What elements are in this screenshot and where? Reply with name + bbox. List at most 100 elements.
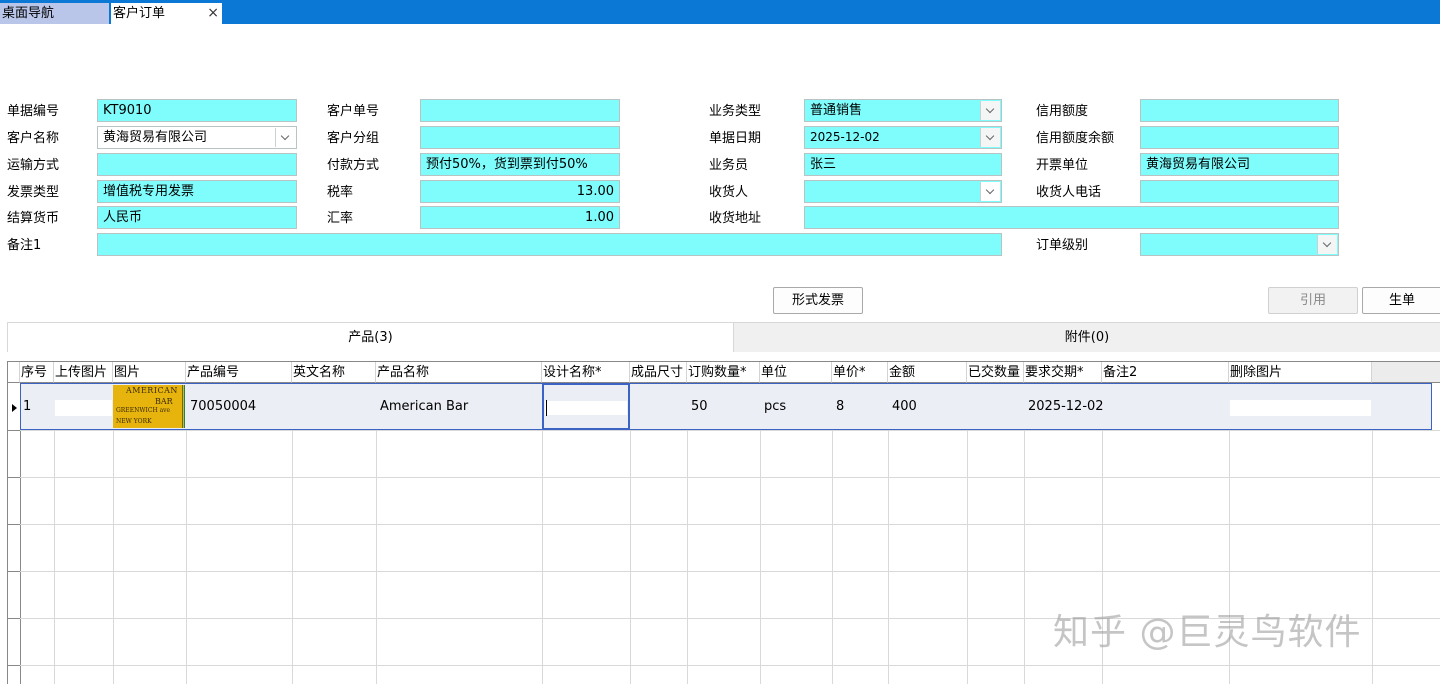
tab-attachments[interactable]: 附件(0): [734, 322, 1440, 352]
shipping-method-label: 运输方式: [7, 158, 60, 173]
delete-image-cell[interactable]: [1230, 400, 1371, 416]
chevron-down-icon[interactable]: [980, 128, 1000, 147]
text-caret: [546, 400, 547, 416]
invoice-type-label: 发票类型: [7, 185, 60, 200]
customer-name-value: 黄海贸易有限公司: [103, 130, 208, 145]
column-header[interactable]: 要求交期*: [1024, 362, 1102, 383]
customer-group-field[interactable]: [420, 126, 620, 149]
watermark: 知乎 @巨灵鸟软件: [1053, 612, 1362, 653]
tab-label: 客户订单: [113, 6, 166, 21]
column-header[interactable]: 单位: [760, 362, 832, 383]
exchange-rate-label: 汇率: [327, 211, 354, 226]
quote-button[interactable]: 引用: [1268, 287, 1358, 314]
image-text: NEW YORK: [116, 418, 152, 425]
column-header[interactable]: 单价*: [832, 362, 888, 383]
chevron-down-icon[interactable]: [1317, 235, 1337, 254]
tab-customer-order[interactable]: 客户订单 ×: [111, 3, 222, 24]
customer-name-label: 客户名称: [7, 131, 60, 146]
seq-cell[interactable]: 1: [20, 383, 54, 430]
business-type-select[interactable]: 普通销售: [804, 99, 1002, 122]
shipping-method-field[interactable]: [97, 153, 297, 176]
currency-label: 结算货币: [7, 211, 60, 226]
delivery-address-label: 收货地址: [709, 211, 762, 226]
chevron-down-icon[interactable]: [980, 101, 1000, 120]
doc-no-field[interactable]: KT9010: [97, 99, 297, 122]
invoice-unit-field[interactable]: 黄海贸易有限公司: [1140, 153, 1339, 176]
column-header[interactable]: 设计名称*: [542, 362, 630, 383]
consignee-select[interactable]: [804, 180, 1002, 203]
chevron-down-icon[interactable]: [275, 128, 295, 147]
tax-rate-label: 税率: [327, 185, 354, 200]
unit-cell[interactable]: pcs: [761, 383, 832, 430]
customer-order-no-field[interactable]: [420, 99, 620, 122]
salesperson-label: 业务员: [709, 158, 749, 173]
column-header[interactable]: 上传图片: [54, 362, 113, 383]
column-header[interactable]: 成品尺寸: [630, 362, 687, 383]
column-header[interactable]: 产品编号: [186, 362, 292, 383]
tab-label: 桌面导航: [2, 6, 55, 21]
quantity-cell[interactable]: 50: [688, 383, 760, 430]
design-name-input[interactable]: [542, 383, 630, 430]
generate-order-button[interactable]: 生单: [1362, 287, 1440, 314]
unit-price-cell[interactable]: 8: [833, 383, 888, 430]
product-image-thumbnail[interactable]: AMERICAN BAR GREENWICH ave NEW YORK: [113, 385, 185, 428]
customer-name-select[interactable]: 黄海贸易有限公司: [97, 126, 297, 149]
product-name-cell[interactable]: American Bar: [377, 383, 542, 430]
exchange-rate-field[interactable]: 1.00: [420, 206, 620, 229]
column-header[interactable]: 英文名称: [292, 362, 376, 383]
column-header[interactable]: 序号: [20, 362, 54, 383]
business-type-value: 普通销售: [810, 103, 863, 118]
order-level-label: 订单级别: [1036, 238, 1089, 253]
finished-size-cell[interactable]: [631, 383, 687, 430]
remark1-field[interactable]: [97, 233, 1002, 256]
tax-rate-field[interactable]: 13.00: [420, 180, 620, 203]
credit-limit-label: 信用额度: [1036, 104, 1089, 119]
consignee-phone-label: 收货人电话: [1036, 185, 1102, 200]
invoice-unit-label: 开票单位: [1036, 158, 1089, 173]
order-level-select[interactable]: [1140, 233, 1339, 256]
credit-balance-label: 信用额度余额: [1036, 131, 1115, 146]
column-header[interactable]: 产品名称: [376, 362, 542, 383]
consignee-phone-field[interactable]: [1140, 180, 1339, 203]
tab-products[interactable]: 产品(3): [7, 322, 734, 352]
close-icon[interactable]: ×: [207, 3, 219, 24]
tab-desktop-navigation[interactable]: 桌面导航: [0, 3, 109, 24]
image-text: AMERICAN: [126, 386, 178, 395]
delivery-address-field[interactable]: [804, 206, 1339, 229]
credit-balance-field[interactable]: [1140, 126, 1339, 149]
doc-date-value: 2025-12-02: [810, 130, 880, 144]
customer-group-label: 客户分组: [327, 131, 380, 146]
business-type-label: 业务类型: [709, 104, 762, 119]
column-header[interactable]: 删除图片: [1229, 362, 1372, 383]
column-header[interactable]: 备注2: [1102, 362, 1229, 383]
payment-method-label: 付款方式: [327, 158, 380, 173]
salesperson-field[interactable]: 张三: [804, 153, 1002, 176]
required-date-cell[interactable]: 2025-12-02: [1025, 383, 1104, 430]
doc-date-label: 单据日期: [709, 131, 762, 146]
consignee-label: 收货人: [709, 185, 749, 200]
document-tab-strip: 桌面导航 客户订单 ×: [0, 0, 1440, 24]
credit-limit-field[interactable]: [1140, 99, 1339, 122]
amount-cell[interactable]: 400: [889, 383, 967, 430]
remark1-label: 备注1: [7, 238, 42, 253]
column-header[interactable]: 已交数量: [967, 362, 1024, 383]
column-header-filler: [1372, 362, 1440, 383]
proforma-invoice-button[interactable]: 形式发票: [773, 287, 863, 314]
column-header[interactable]: 金额: [888, 362, 967, 383]
payment-method-field[interactable]: 预付50%，货到票到付50%: [420, 153, 620, 176]
product-code-cell[interactable]: 70050004: [187, 383, 292, 430]
column-header[interactable]: 图片: [113, 362, 186, 383]
upload-image-cell[interactable]: [55, 400, 112, 416]
image-text: GREENWICH ave: [116, 407, 171, 414]
row-header-corner: [8, 362, 20, 383]
column-header[interactable]: 订购数量*: [687, 362, 760, 383]
customer-order-no-label: 客户单号: [327, 104, 380, 119]
chevron-down-icon[interactable]: [980, 182, 1000, 201]
delivered-qty-cell[interactable]: [968, 383, 1024, 430]
invoice-type-field[interactable]: 增值税专用发票: [97, 180, 297, 203]
english-name-cell[interactable]: [293, 383, 376, 430]
doc-date-picker[interactable]: 2025-12-02: [804, 126, 1002, 149]
currency-field[interactable]: 人民币: [97, 206, 297, 229]
image-text: BAR: [155, 397, 173, 406]
remark2-cell[interactable]: [1103, 383, 1229, 430]
